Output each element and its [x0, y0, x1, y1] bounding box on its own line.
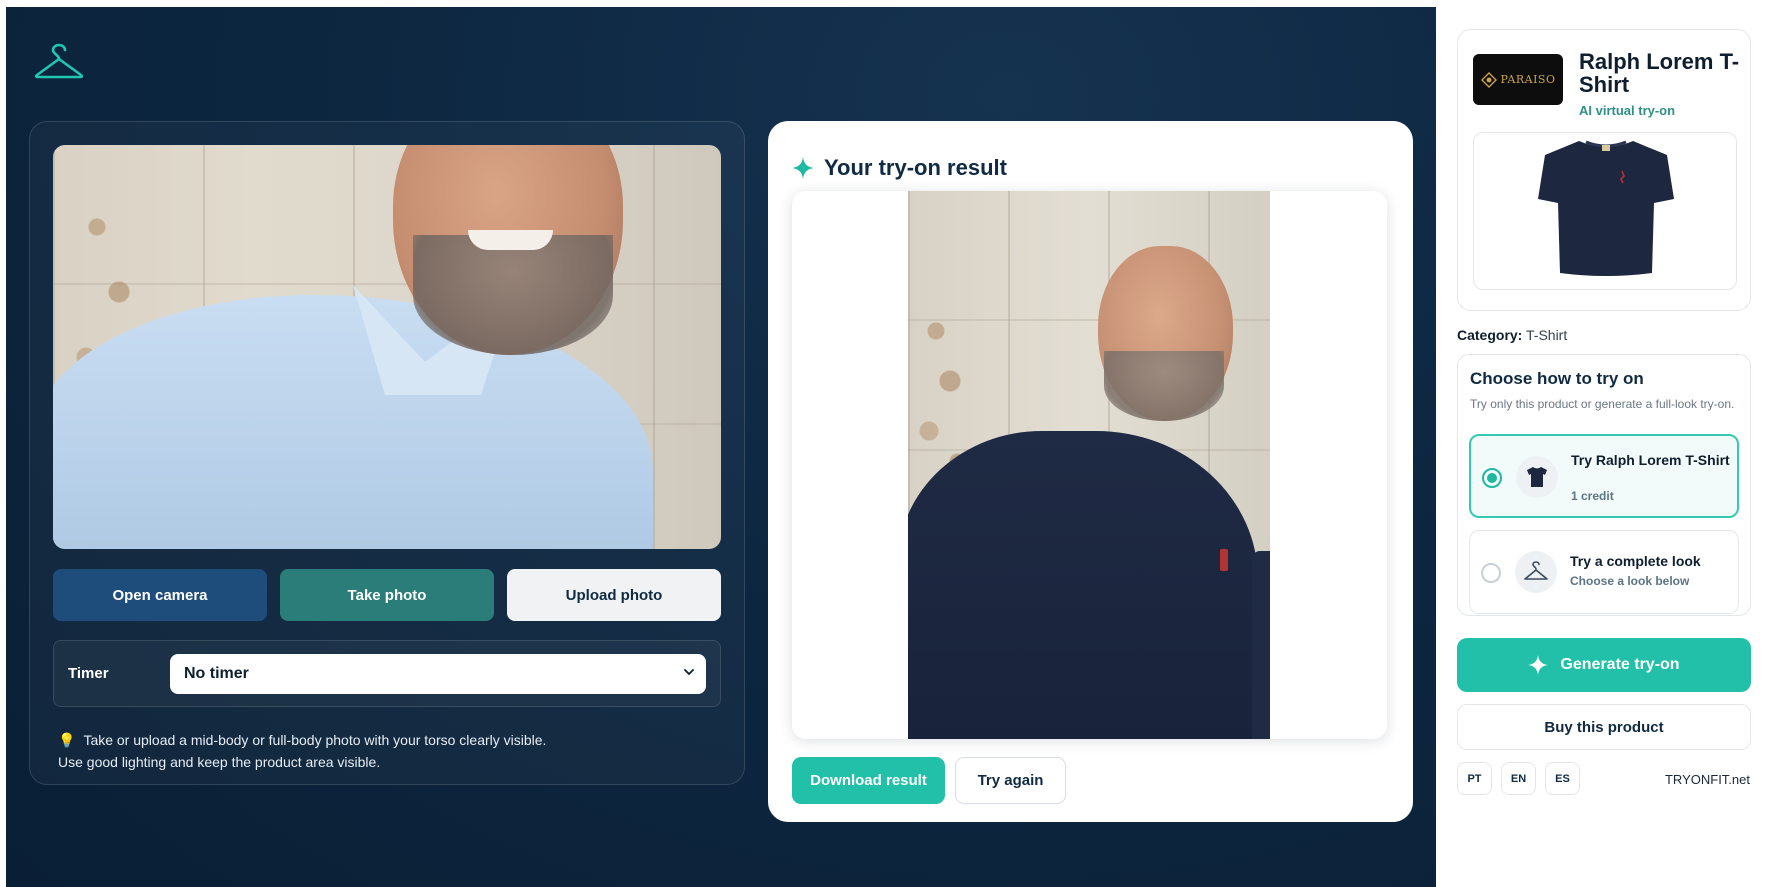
hanger-icon[interactable] [34, 43, 84, 83]
timer-select-value: No timer [184, 665, 249, 682]
result-card: Your try-on result Download result Try a… [768, 121, 1413, 822]
result-image-frame [792, 191, 1387, 739]
option-single-product[interactable]: Try Ralph Lorem T-Shirt 1 credit [1469, 434, 1739, 518]
category-label: Category: [1457, 327, 1523, 343]
open-camera-button[interactable]: Open camera [53, 569, 267, 621]
main-stage: Open camera Take photo Upload photo Time… [6, 7, 1436, 887]
buy-product-button[interactable]: Buy this product [1457, 704, 1751, 750]
camera-preview [53, 145, 721, 549]
option-complete-look[interactable]: Try a complete look Choose a look below [1469, 530, 1739, 614]
generate-try-on-button[interactable]: Generate try-on [1457, 638, 1751, 692]
option-single-name: Try Ralph Lorem T-Shirt [1571, 452, 1730, 468]
generate-label: Generate try-on [1560, 656, 1680, 673]
product-name: Ralph Lorem T-Shirt [1579, 49, 1740, 97]
tip-line-1: Take or upload a mid-body or full-body p… [83, 732, 547, 748]
radio-unselected[interactable] [1481, 563, 1501, 583]
timer-row: Timer No timer [53, 640, 721, 707]
product-image [1473, 132, 1737, 290]
brand-emblem-icon [1480, 71, 1497, 88]
lang-es-button[interactable]: ES [1545, 762, 1580, 795]
app-root: Open camera Take photo Upload photo Time… [6, 7, 1774, 887]
tip-line-2: Use good lighting and keep the product a… [58, 754, 381, 770]
photo-tip: 💡 Take or upload a mid-body or full-body … [58, 729, 546, 773]
capture-buttons: Open camera Take photo Upload photo [53, 569, 721, 621]
sparkle-icon [1528, 655, 1549, 675]
category-value: T-Shirt [1526, 327, 1568, 343]
option-look-name: Try a complete look [1570, 553, 1701, 569]
try-again-button[interactable]: Try again [955, 757, 1066, 804]
brand-logo: PARAISO [1473, 54, 1563, 105]
product-sidebar: PARAISO Ralph Lorem T-Shirt AI virtual t… [1436, 7, 1774, 887]
try-on-mode-subtitle: Try only this product or generate a full… [1470, 397, 1735, 411]
product-subtitle: AI virtual try-on [1579, 103, 1676, 118]
category-line: Category: T-Shirt [1457, 327, 1567, 343]
try-on-mode-panel: Choose how to try on Try only this produ… [1457, 354, 1751, 616]
lightbulb-icon: 💡 [58, 732, 76, 748]
result-image [908, 191, 1270, 739]
try-on-mode-title: Choose how to try on [1470, 369, 1644, 388]
radio-selected[interactable] [1482, 468, 1502, 488]
site-link[interactable]: TRYONFIT.net [1665, 772, 1750, 787]
result-header: Your try-on result [792, 155, 1007, 181]
language-switcher: PT EN ES [1457, 762, 1580, 795]
tshirt-icon [1516, 456, 1558, 498]
take-photo-button[interactable]: Take photo [280, 569, 494, 621]
timer-select[interactable]: No timer [170, 654, 706, 694]
lang-en-button[interactable]: EN [1501, 762, 1536, 795]
lang-pt-button[interactable]: PT [1457, 762, 1492, 795]
upload-photo-button[interactable]: Upload photo [507, 569, 721, 621]
result-title: Your try-on result [824, 155, 1007, 180]
brand-logo-text: PARAISO [1500, 73, 1556, 86]
option-single-meta: 1 credit [1571, 489, 1614, 503]
tshirt-product-icon [1538, 140, 1674, 276]
download-result-button[interactable]: Download result [792, 757, 945, 804]
timer-label: Timer [68, 665, 109, 682]
chevron-down-icon [684, 669, 694, 676]
product-card: PARAISO Ralph Lorem T-Shirt AI virtual t… [1457, 29, 1751, 311]
hanger-icon [1515, 551, 1557, 593]
capture-panel: Open camera Take photo Upload photo Time… [29, 121, 745, 785]
option-look-meta: Choose a look below [1570, 574, 1690, 588]
sparkle-icon [792, 157, 814, 179]
result-actions: Download result Try again [792, 757, 1066, 804]
